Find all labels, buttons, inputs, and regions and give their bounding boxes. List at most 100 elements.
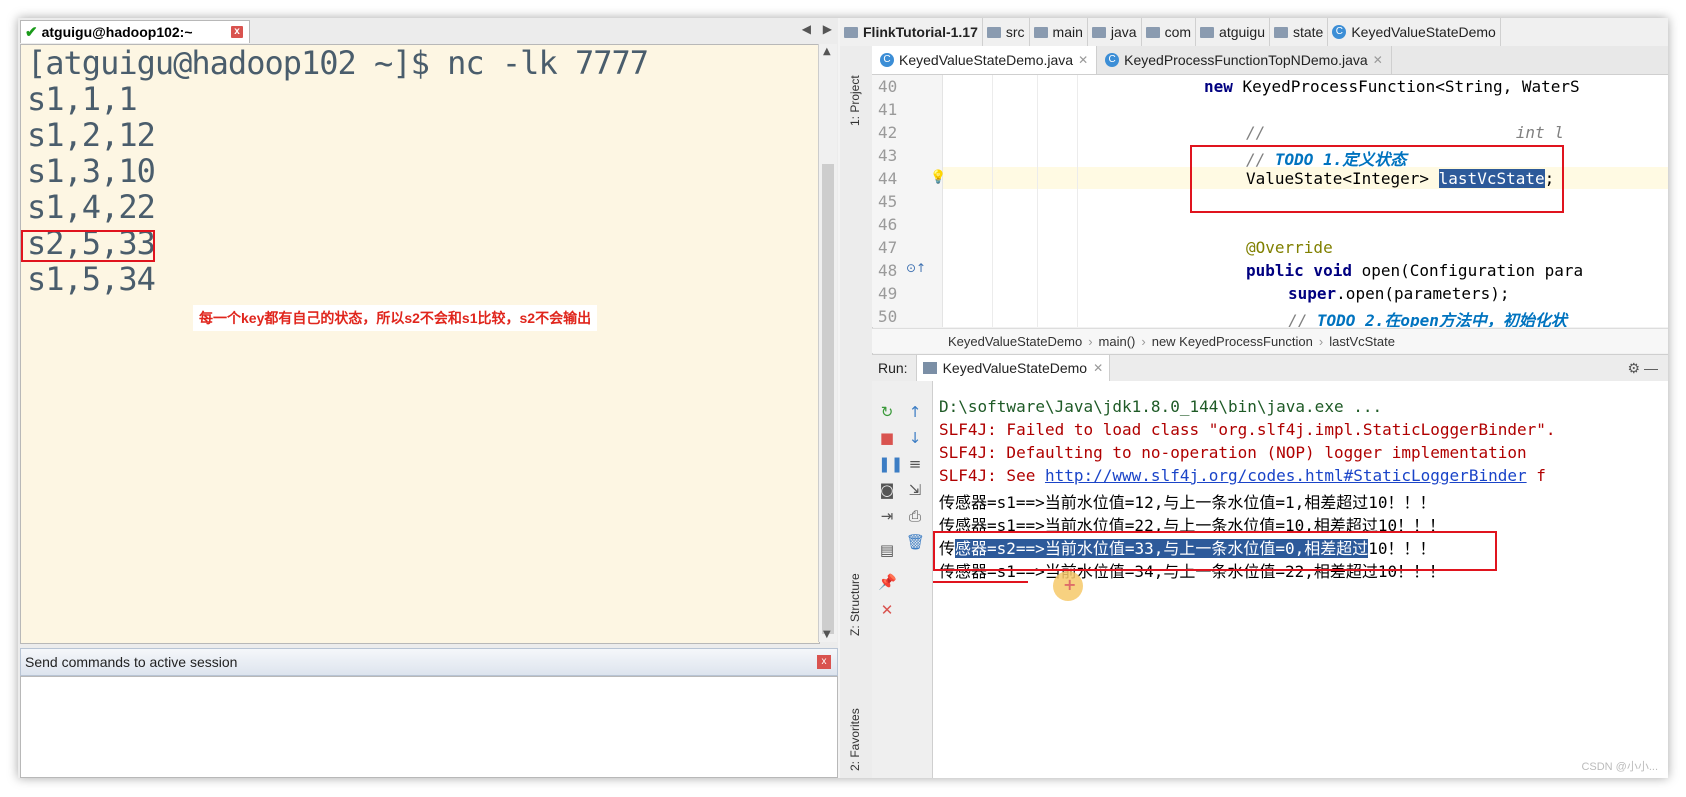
scroll-to-end-icon[interactable]: ⇲ <box>906 481 924 499</box>
run-panel-header: Run: KeyedValueStateDemo ✕ ⚙ — <box>872 354 1668 382</box>
tab-label: KeyedValueStateDemo.java <box>899 52 1074 68</box>
tab-close-icon[interactable]: x <box>231 26 243 38</box>
mouse-cursor-highlight: + <box>1053 571 1083 601</box>
folder-icon <box>844 26 858 38</box>
print-icon[interactable]: ⎙ <box>906 507 924 525</box>
camera-icon[interactable]: ◙ <box>878 481 896 499</box>
exit-icon[interactable]: ⇥ <box>878 507 896 525</box>
nav-item[interactable]: main() <box>1093 334 1142 349</box>
breadcrumb-src[interactable]: src <box>983 18 1030 46</box>
breadcrumb-label: atguigu <box>1219 24 1265 40</box>
breadcrumb-com[interactable]: com <box>1142 18 1197 46</box>
folder-icon <box>986 26 1001 38</box>
folder-icon <box>1273 26 1288 38</box>
highlight-box-s2-output <box>933 531 1497 571</box>
nav-item[interactable]: new KeyedProcessFunction <box>1146 334 1319 349</box>
console-line: SLF4J: See http://www.slf4j.org/codes.ht… <box>939 466 1546 485</box>
terminal-window: ✔ atguigu@hadoop102:~ x ◀ ▶ [atguigu@had… <box>18 18 838 778</box>
watermark: CSDN @小小... <box>1581 761 1658 773</box>
terminal-line: s1,2,12 <box>27 116 156 154</box>
folder-icon <box>1200 26 1215 38</box>
breadcrumb: FlinkTutorial-1.17 src main java com atg… <box>840 18 1668 47</box>
code-line-48: public void open(Configuration para <box>1246 261 1583 280</box>
code-token: new <box>1204 77 1233 96</box>
close-icon[interactable]: ✕ <box>878 601 896 619</box>
gear-icon[interactable]: ⚙ — <box>1628 360 1658 377</box>
breadcrumb-atguigu[interactable]: atguigu <box>1196 18 1270 46</box>
terminal-line: s1,5,34 <box>27 260 156 298</box>
terminal-screen[interactable]: [atguigu@hadoop102 ~]$ nc -lk 7777 s1,1,… <box>20 44 820 644</box>
nav-item[interactable]: KeyedValueStateDemo <box>942 334 1088 349</box>
red-underline <box>933 581 1028 583</box>
breadcrumb-java[interactable]: java <box>1088 18 1142 46</box>
stop-icon[interactable]: ■ <box>878 429 896 447</box>
breadcrumb-main[interactable]: main <box>1030 18 1088 46</box>
up-arrow-icon[interactable]: ↑ <box>906 403 924 421</box>
console-line: SLF4J: Failed to load class "org.slf4j.i… <box>939 420 1556 439</box>
tab-keyedprocessfunctiontopndemo[interactable]: C KeyedProcessFunctionTopNDemo.java ✕ <box>1097 46 1392 74</box>
run-tab[interactable]: KeyedValueStateDemo ✕ <box>915 355 1111 381</box>
tab-next-icon[interactable]: ▶ <box>823 22 832 36</box>
folder-icon <box>1033 26 1048 38</box>
terminal-line: [atguigu@hadoop102 ~]$ nc -lk 7777 <box>27 44 649 82</box>
trash-icon[interactable]: 🗑 <box>906 533 925 551</box>
console-token: SLF4J: See <box>939 466 1045 485</box>
breadcrumb-state[interactable]: state <box>1270 18 1329 46</box>
command-bar: Send commands to active session x <box>20 648 838 676</box>
code-editor[interactable]: 40 41 42 43 44 45 46 47 48 49 50 💡 ⊙↑ ne… <box>872 75 1668 327</box>
favorites-tool-label[interactable]: 2: Favorites <box>848 708 862 771</box>
terminal-tab-nav: ◀ ▶ <box>802 22 832 36</box>
class-icon: C <box>880 53 894 67</box>
code-line-47: @Override <box>1246 238 1333 257</box>
command-input[interactable] <box>20 676 838 778</box>
console-token: f <box>1526 466 1546 485</box>
breadcrumb-label: state <box>1292 24 1324 40</box>
code-token: public void <box>1246 261 1352 280</box>
down-arrow-icon[interactable]: ↓ <box>906 429 924 447</box>
pause-icon[interactable]: ❚❚ <box>878 455 903 473</box>
left-tool-strip: 1: Project Z: Structure 2: Favorites <box>840 46 873 778</box>
console-line: 传感器=s1==>当前水位值=12,与上一条水位值=1,相差超过10！！！ <box>939 493 1436 512</box>
breadcrumb-label: java <box>1110 24 1137 40</box>
code-token: open(Configuration para <box>1351 261 1584 280</box>
pin-icon[interactable]: 📌 <box>878 573 897 591</box>
command-bar-close-icon[interactable]: x <box>817 655 831 669</box>
screenshot-frame: ✔ atguigu@hadoop102:~ x ◀ ▶ [atguigu@had… <box>18 18 1668 778</box>
command-bar-label: Send commands to active session <box>25 654 238 670</box>
highlight-box-state-decl <box>1190 145 1564 213</box>
folder-icon <box>1091 26 1106 38</box>
scroll-down-icon[interactable]: ▼ <box>823 629 831 640</box>
highlight-box-s2-input <box>21 230 155 262</box>
close-tab-icon[interactable]: ✕ <box>1078 53 1088 67</box>
editor-tabs: C KeyedValueStateDemo.java ✕ C KeyedProc… <box>872 46 1668 75</box>
terminal-scrollbar[interactable]: ▲ ▼ <box>818 44 837 642</box>
run-console[interactable]: D:\software\Java\jdk1.8.0_144\bin\java.e… <box>933 381 1668 778</box>
nav-item[interactable]: lastVcState <box>1323 334 1401 349</box>
rerun-icon[interactable]: ↻ <box>878 403 896 421</box>
close-tab-icon[interactable]: ✕ <box>1093 361 1103 375</box>
close-tab-icon[interactable]: ✕ <box>1373 53 1383 67</box>
tab-prev-icon[interactable]: ◀ <box>802 22 811 36</box>
breadcrumb-label: src <box>1005 24 1025 40</box>
code-line-42: // int l <box>1246 123 1564 142</box>
project-tool-label[interactable]: 1: Project <box>848 75 862 126</box>
code-token: // <box>1288 311 1317 327</box>
breadcrumb-class[interactable]: C KeyedValueStateDemo <box>1328 18 1501 46</box>
structure-tool-label[interactable]: Z: Structure <box>848 573 862 636</box>
scroll-up-icon[interactable]: ▲ <box>823 46 831 57</box>
run-label: Run: <box>878 360 908 376</box>
ide-window: FlinkTutorial-1.17 src main java com atg… <box>840 18 1668 778</box>
scrollbar-thumb[interactable] <box>822 164 834 634</box>
terminal-tab[interactable]: ✔ atguigu@hadoop102:~ x <box>20 20 250 43</box>
breadcrumb-label: KeyedValueStateDemo <box>1351 24 1496 40</box>
breadcrumb-project[interactable]: FlinkTutorial-1.17 <box>840 18 983 46</box>
console-line: D:\software\Java\jdk1.8.0_144\bin\java.e… <box>939 397 1383 416</box>
annotation-note: 每一个key都有自己的状态，所以s2不会和s1比较，s2不会输出 <box>193 305 598 331</box>
code-token: KeyedProcessFunction<String, WaterS <box>1232 77 1580 96</box>
terminal-line: s1,3,10 <box>27 152 156 190</box>
layout-icon[interactable]: ▤ <box>878 541 896 559</box>
tab-keyedvaluestatedemo[interactable]: C KeyedValueStateDemo.java ✕ <box>872 46 1098 74</box>
soft-wrap-icon[interactable]: ≡ <box>906 455 924 473</box>
code-token: super <box>1288 284 1337 303</box>
slf4j-link[interactable]: http://www.slf4j.org/codes.html#StaticLo… <box>1045 466 1527 485</box>
